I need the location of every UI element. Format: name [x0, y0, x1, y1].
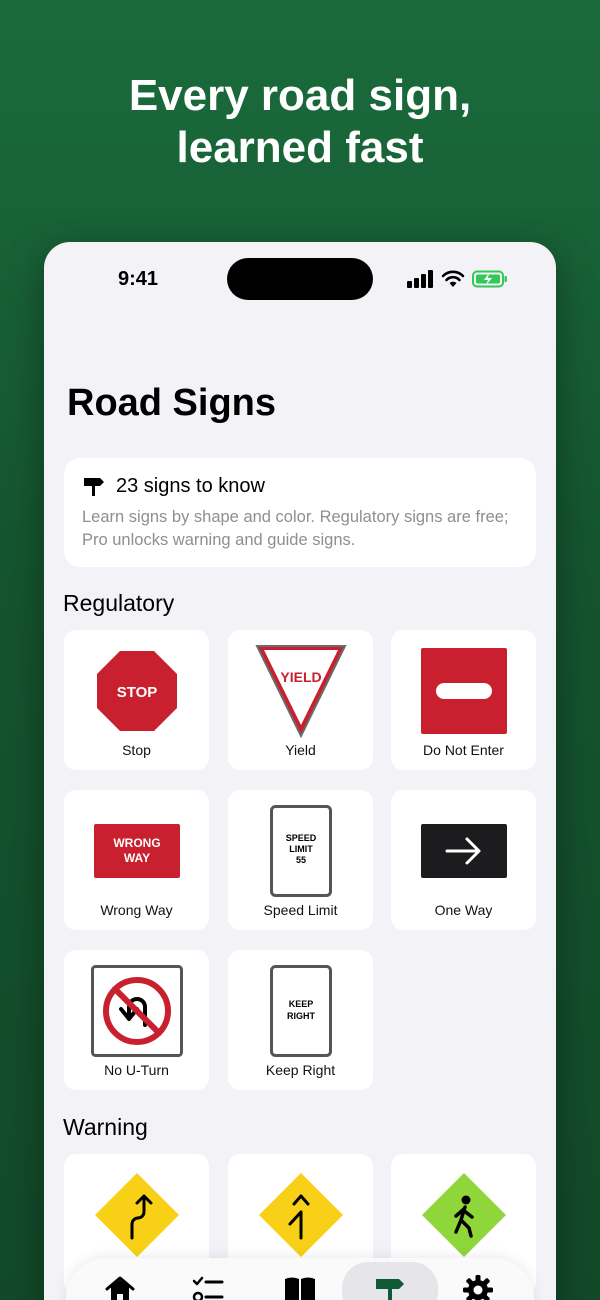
signpost-icon	[376, 1279, 404, 1300]
svg-text:RIGHT: RIGHT	[287, 1011, 316, 1021]
tab-bar	[66, 1258, 534, 1300]
no-u-turn-sign-icon	[90, 965, 183, 1057]
battery-charging-icon	[472, 270, 507, 288]
pedestrian-warning-sign-icon	[421, 1173, 506, 1257]
tab-settings[interactable]	[446, 1270, 510, 1300]
sign-label: One Way	[434, 902, 493, 918]
tab-road-signs[interactable]	[342, 1262, 438, 1300]
sign-tile-wrong-way[interactable]: WRONG WAY Wrong Way	[64, 790, 209, 930]
svg-text:55: 55	[295, 855, 305, 865]
section-title-regulatory: Regulatory	[63, 590, 175, 616]
svg-text:SPEED: SPEED	[285, 833, 316, 843]
info-body: Learn signs by shape and color. Regulato…	[82, 508, 509, 549]
checklist-icon	[192, 1276, 224, 1300]
sign-label: Speed Limit	[263, 902, 338, 918]
do-not-enter-sign-icon	[420, 648, 507, 734]
sign-tile-stop[interactable]: STOP Stop	[64, 630, 209, 770]
sign-tile-speed-limit[interactable]: SPEED LIMIT 55 Speed Limit	[228, 790, 373, 930]
merge-warning-sign-icon	[258, 1173, 343, 1257]
svg-text:WAY: WAY	[123, 851, 149, 865]
yield-sign-icon: YIELD	[254, 645, 347, 738]
status-icons	[406, 268, 508, 290]
svg-text:LIMIT: LIMIT	[289, 844, 313, 854]
svg-text:YIELD: YIELD	[280, 669, 321, 685]
signpost-icon	[84, 478, 104, 496]
curve-warning-sign-icon	[94, 1173, 179, 1257]
sign-tile-do-not-enter[interactable]: Do Not Enter	[391, 630, 536, 770]
sign-label: No U-Turn	[104, 1062, 169, 1078]
section-title-warning: Warning	[63, 1114, 148, 1140]
headline: Every road sign, learned fast	[0, 70, 600, 174]
headline-line-1: Every road sign,	[128, 71, 472, 120]
tab-home[interactable]	[88, 1270, 152, 1300]
sign-label: Stop	[122, 742, 151, 758]
sign-tile-keep-right[interactable]: KEEP RIGHT Keep Right	[228, 950, 373, 1090]
headline-line-2: learned fast	[176, 123, 424, 172]
tab-learn[interactable]	[268, 1270, 332, 1300]
home-icon	[105, 1276, 135, 1300]
signal-icon	[407, 270, 433, 288]
info-card: 23 signs to know Learn signs by shape an…	[64, 458, 536, 567]
keep-right-sign-icon: KEEP RIGHT	[269, 965, 332, 1057]
sign-tile-one-way[interactable]: One Way	[391, 790, 536, 930]
dynamic-island	[227, 258, 373, 300]
svg-text:KEEP: KEEP	[288, 999, 313, 1009]
status-time: 9:41	[118, 268, 159, 290]
sign-label: Do Not Enter	[423, 742, 504, 758]
svg-text:STOP: STOP	[116, 684, 157, 701]
gear-icon	[463, 1275, 493, 1300]
sign-tile-yield[interactable]: YIELD Yield	[228, 630, 373, 770]
sign-label: Keep Right	[265, 1062, 336, 1078]
speed-limit-sign-icon: SPEED LIMIT 55	[269, 805, 332, 897]
tab-checklist[interactable]	[176, 1270, 240, 1300]
stop-sign-icon: STOP	[96, 651, 177, 731]
sign-label: Yield	[285, 742, 316, 758]
sign-tile-no-u-turn[interactable]: No U-Turn	[64, 950, 209, 1090]
wifi-icon	[441, 270, 465, 287]
svg-text:WRONG: WRONG	[113, 836, 160, 850]
one-way-sign-icon	[420, 824, 507, 878]
book-icon	[285, 1277, 315, 1300]
wrong-way-sign-icon: WRONG WAY	[93, 824, 180, 878]
info-heading: 23 signs to know	[116, 474, 265, 497]
page-title: Road Signs	[67, 382, 277, 424]
sign-label: Wrong Way	[100, 902, 173, 918]
phone-screen: 9:41 Road Signs 23 signs to know Learn s…	[44, 242, 556, 1300]
